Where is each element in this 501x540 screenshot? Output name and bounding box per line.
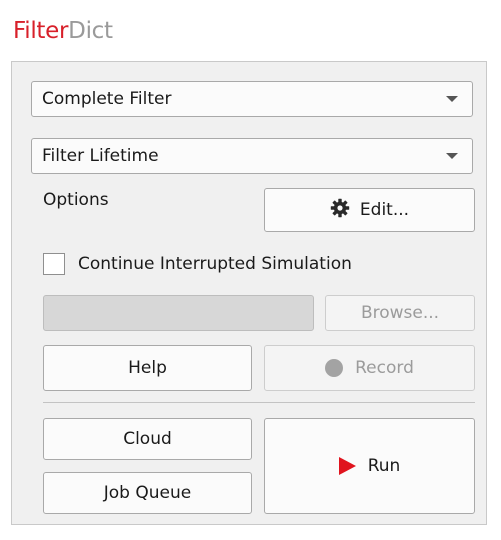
gear-icon	[330, 198, 350, 223]
cloud-label: Cloud	[123, 429, 172, 449]
help-button[interactable]: Help	[43, 345, 252, 391]
edit-options-label: Edit...	[359, 200, 410, 220]
continue-path-field	[43, 295, 314, 331]
run-label: Run	[367, 456, 401, 476]
chevron-down-icon	[446, 153, 458, 159]
chevron-down-icon	[446, 96, 458, 102]
job-queue-label: Job Queue	[103, 483, 192, 503]
record-label: Record	[355, 358, 414, 378]
filter-select[interactable]: Complete Filter	[31, 81, 473, 117]
browse-label: Browse...	[360, 303, 440, 323]
app-title-part2: Dict	[68, 18, 113, 44]
continue-simulation-label: Continue Interrupted Simulation	[78, 254, 352, 274]
filter-select-value: Complete Filter	[42, 89, 172, 109]
options-label: Options	[43, 190, 109, 210]
lifetime-select-value: Filter Lifetime	[42, 146, 159, 166]
help-label: Help	[128, 358, 167, 378]
record-dot-icon	[325, 359, 344, 377]
app-title-part1: Filter	[13, 18, 69, 44]
play-icon	[338, 457, 356, 475]
cloud-button[interactable]: Cloud	[43, 418, 252, 460]
record-button[interactable]: Record	[264, 345, 475, 391]
browse-button[interactable]: Browse...	[325, 295, 475, 331]
run-button[interactable]: Run	[264, 418, 475, 514]
edit-options-button[interactable]: Edit...	[264, 188, 475, 232]
job-queue-button[interactable]: Job Queue	[43, 472, 252, 514]
app-title: FilterDict	[13, 18, 113, 44]
lifetime-select[interactable]: Filter Lifetime	[31, 138, 473, 174]
divider	[43, 402, 475, 403]
continue-simulation-checkbox[interactable]	[43, 253, 65, 275]
